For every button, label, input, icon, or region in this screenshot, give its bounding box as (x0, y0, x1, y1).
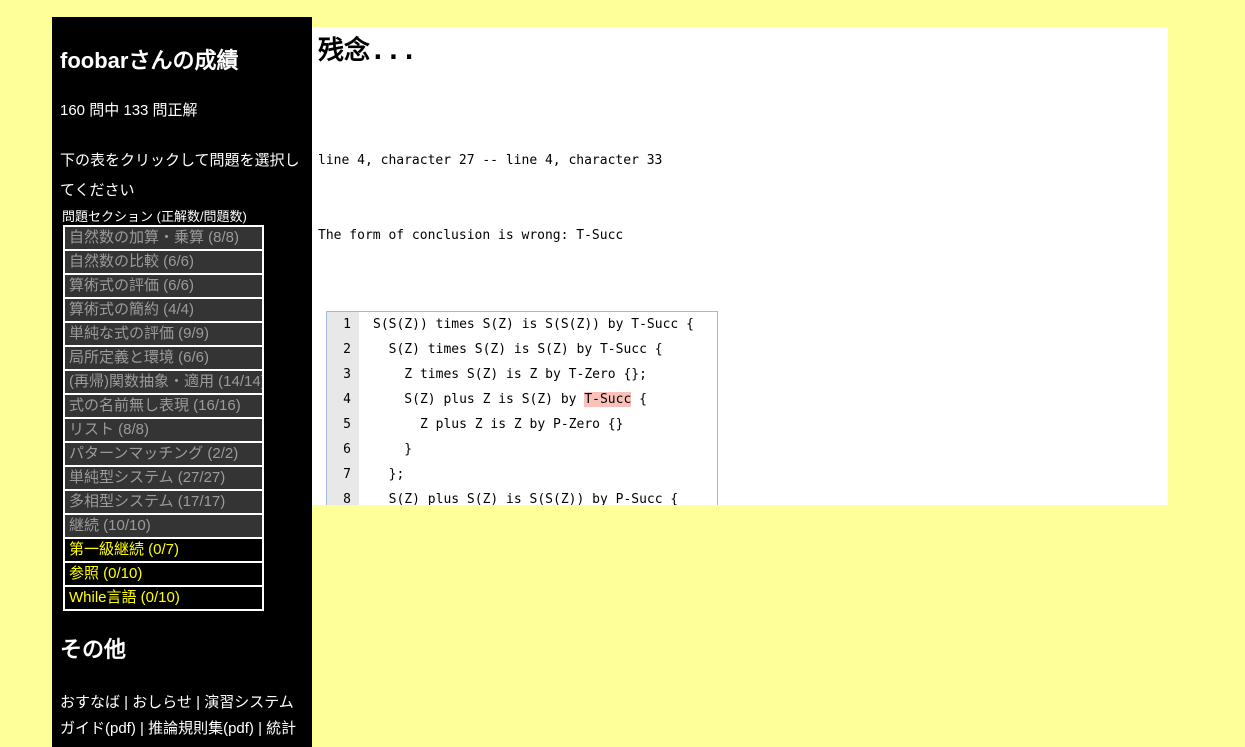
section-label: リスト (8/8) (69, 421, 150, 438)
section-label: 参照 (0/10) (69, 565, 143, 582)
code-line: }; (373, 467, 405, 482)
section-label: 自然数の加算・乗算 (8/8) (69, 229, 240, 246)
other-link[interactable]: 推論規則集(pdf) (148, 720, 254, 737)
other-links: おすなば | おしらせ | 演習システムガイド(pdf) | 推論規則集(pdf… (60, 694, 297, 737)
error-message: The form of conclusion is wrong: T-Succ (318, 228, 624, 243)
section-row[interactable]: 参照 (0/10) (63, 561, 264, 587)
section-label: While言語 (0/10) (69, 589, 180, 606)
line-number: 6 (343, 442, 351, 457)
section-row[interactable]: 自然数の比較 (6/6) (63, 249, 264, 275)
error-block: line 4, character 27 -- line 4, characte… (318, 98, 1168, 298)
section-label: 単純な式の評価 (9/9) (69, 325, 210, 342)
section-label: 自然数の比較 (6/6) (69, 253, 195, 270)
section-row[interactable]: While言語 (0/10) (63, 585, 264, 611)
instruction-text: 下の表をクリックして問題を選択してください (60, 152, 300, 199)
code-line: S(Z) plus Z is S(Z) by T-Succ { (373, 392, 647, 407)
section-label: パターンマッチング (2/2) (69, 445, 239, 462)
page-title: foobarさんの成績 (60, 48, 239, 73)
error-highlight: T-Succ (584, 392, 632, 407)
section-row[interactable]: 単純な式の評価 (9/9) (63, 321, 264, 347)
section-row[interactable]: パターンマッチング (2/2) (63, 441, 264, 467)
section-label: 多相型システム (17/17) (69, 493, 226, 510)
other-link[interactable]: おすなば (60, 694, 120, 711)
sections-table: 自然数の加算・乗算 (8/8) 自然数の比較 (6/6) 算術式の評価 (6/6… (63, 225, 264, 611)
line-number: 2 (343, 342, 351, 357)
line-number: 7 (343, 467, 351, 482)
sections-header: 問題セクション (正解数/問題数) (62, 209, 247, 224)
section-row[interactable]: 単純型システム (27/27) (63, 465, 264, 491)
main-panel: 残念... line 4, character 27 -- line 4, ch… (312, 27, 1168, 505)
section-row[interactable]: 第一級継続 (0/7) (63, 537, 264, 563)
line-numbers-gutter: 123456789101112 (327, 312, 359, 505)
section-row[interactable]: 式の名前無し表現 (16/16) (63, 393, 264, 419)
line-number: 1 (343, 317, 351, 332)
line-number: 5 (343, 417, 351, 432)
section-row[interactable]: 継続 (10/10) (63, 513, 264, 539)
section-row[interactable]: 局所定義と環境 (6/6) (63, 345, 264, 371)
section-label: 継続 (10/10) (69, 517, 151, 534)
code-line: Z times S(Z) is Z by T-Zero {}; (373, 367, 647, 382)
section-row[interactable]: 多相型システム (17/17) (63, 489, 264, 515)
section-label: 式の名前無し表現 (16/16) (69, 397, 241, 414)
error-location: line 4, character 27 -- line 4, characte… (318, 153, 663, 168)
line-number: 8 (343, 492, 351, 505)
other-link[interactable]: 統計 (266, 720, 296, 737)
section-label: 第一級継続 (0/7) (69, 541, 180, 558)
code-line: S(Z) times S(Z) is S(Z) by T-Succ { (373, 342, 663, 357)
section-row[interactable]: リスト (8/8) (63, 417, 264, 443)
code-line: Z plus Z is Z by P-Zero {} (373, 417, 624, 432)
section-row[interactable]: 算術式の評価 (6/6) (63, 273, 264, 299)
other-link[interactable]: おしらせ (132, 694, 192, 711)
sidebar: foobarさんの成績 160 問中 133 問正解 下の表をクリックして問題を… (52, 17, 312, 747)
code-line: } (373, 442, 413, 457)
score-text: 160 問中 133 問正解 (60, 102, 198, 119)
section-label: (再帰)関数抽象・適用 (14/14) (69, 373, 264, 390)
others-title: その他 (60, 637, 127, 662)
section-label: 算術式の簡約 (4/4) (69, 301, 195, 318)
result-heading: 残念... (318, 36, 417, 66)
section-label: 単純型システム (27/27) (69, 469, 226, 486)
section-row[interactable]: 算術式の簡約 (4/4) (63, 297, 264, 323)
line-number: 4 (343, 392, 351, 407)
section-label: 局所定義と環境 (6/6) (69, 349, 210, 366)
code-area[interactable]: S(S(Z)) times S(Z) is S(S(Z)) by T-Succ … (359, 312, 717, 505)
code-line: S(Z) plus S(Z) is S(S(Z)) by P-Succ { (373, 492, 679, 505)
section-row[interactable]: (再帰)関数抽象・適用 (14/14) (63, 369, 264, 395)
code-line: S(S(Z)) times S(Z) is S(S(Z)) by T-Succ … (373, 317, 694, 332)
section-row[interactable]: 自然数の加算・乗算 (8/8) (63, 225, 264, 251)
line-number: 3 (343, 367, 351, 382)
section-label: 算術式の評価 (6/6) (69, 277, 195, 294)
code-editor: 123456789101112 S(S(Z)) times S(Z) is S(… (326, 311, 718, 505)
